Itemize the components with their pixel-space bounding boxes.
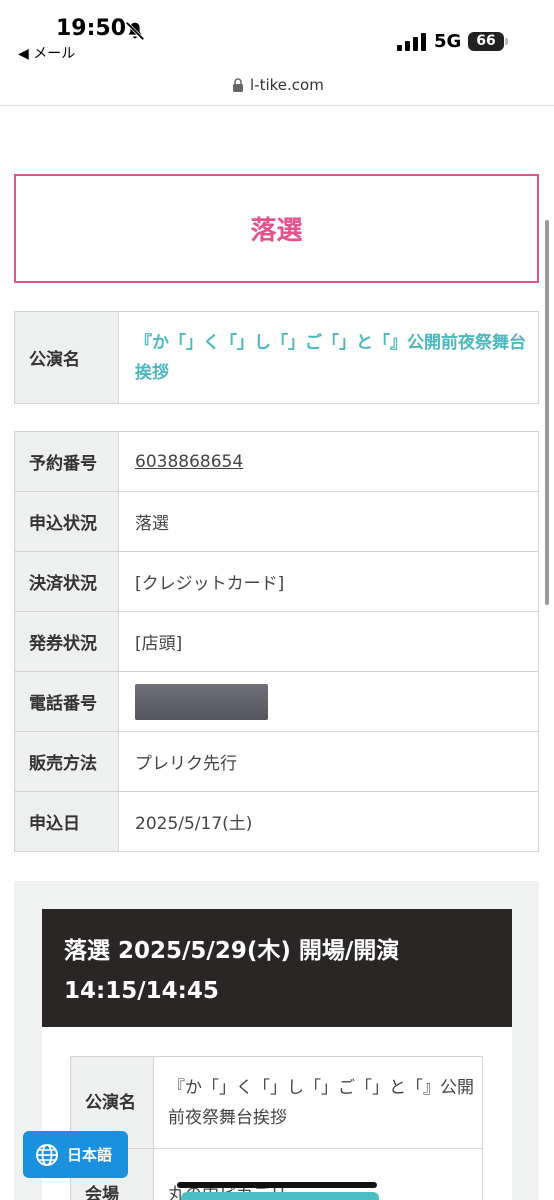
battery-cap [505, 38, 508, 45]
reservation-number-link[interactable]: 6038868654 [135, 452, 243, 472]
table-row: 申込日 2025/5/17(土) [14, 791, 539, 852]
battery-icon: 66 [468, 32, 504, 51]
ticketing-status: [店頭] [118, 611, 539, 672]
redacted-phone-number [135, 683, 268, 720]
application-status: 落選 [118, 491, 539, 552]
language-button[interactable]: 日本語 [23, 1131, 128, 1178]
table-row: 販売方法 プレリク先行 [14, 731, 539, 792]
payment-status: [クレジットカード] [118, 551, 539, 612]
scrollbar[interactable] [545, 220, 549, 605]
application-date: 2025/5/17(土) [118, 791, 539, 852]
performance-table: 公演名 『か「」く「」し「」ご「」と「』公開前夜祭舞台挨拶 [14, 311, 539, 404]
globe-icon [36, 1143, 58, 1166]
lottery-result-box: 落選 [14, 174, 539, 283]
performance-detail-header: 落選 2025/5/29(木) 開場/開演 14:15/14:45 [42, 909, 512, 1027]
teal-action-button[interactable] [181, 1192, 379, 1200]
performance-name-link[interactable]: 『か「」く「」し「」ご「」と「』公開前夜祭舞台挨拶 [135, 333, 526, 383]
performance-label: 公演名 [14, 311, 119, 404]
status-bar: 19:50 ◀ メール 5G 66 [0, 0, 554, 70]
network-type: 5G [434, 31, 462, 52]
table-row: 予約番号 6038868654 [14, 431, 539, 492]
table-row: 申込状況 落選 [14, 491, 539, 552]
sales-method: プレリク先行 [118, 731, 539, 792]
detail-performance-name: 『か「」く「」し「」ご「」と「』公開前夜祭舞台挨拶 [153, 1056, 483, 1149]
table-row: 公演名 『か「」く「」し「」ご「」と「』公開前夜祭舞台挨拶 [14, 311, 539, 404]
table-row: 発券状況 [店頭] [14, 611, 539, 672]
reservation-info-table: 予約番号 6038868654 申込状況 落選 決済状況 [クレジットカード] … [14, 431, 539, 852]
url-bar[interactable]: l-tike.com [0, 70, 554, 106]
status-time: 19:50 [56, 16, 127, 41]
row-label: 発券状況 [14, 611, 119, 672]
home-indicator[interactable] [177, 1182, 377, 1188]
row-label: 販売方法 [14, 731, 119, 792]
lock-icon [233, 78, 243, 92]
bell-slash-icon [125, 21, 145, 41]
url-text: l-tike.com [250, 76, 324, 94]
table-row: 決済状況 [クレジットカード] [14, 551, 539, 612]
cellular-signal-icon [397, 33, 426, 51]
table-row: 電話番号 [14, 671, 539, 732]
table-row: 公演名 『か「」く「」し「」ご「」と「』公開前夜祭舞台挨拶 [70, 1056, 483, 1149]
row-label: 申込日 [14, 791, 119, 852]
row-label: 決済状況 [14, 551, 119, 612]
language-label: 日本語 [67, 1146, 113, 1164]
row-label: 電話番号 [14, 671, 119, 732]
row-label: 予約番号 [14, 431, 119, 492]
row-label: 申込状況 [14, 491, 119, 552]
lottery-result-title: 落選 [250, 216, 303, 246]
back-to-mail-link[interactable]: ◀ メール [18, 43, 75, 63]
performance-detail-table: 公演名 『か「」く「」し「」ご「」と「』公開前夜祭舞台挨拶 会場 丸の内ピカデリ… [70, 1056, 483, 1200]
